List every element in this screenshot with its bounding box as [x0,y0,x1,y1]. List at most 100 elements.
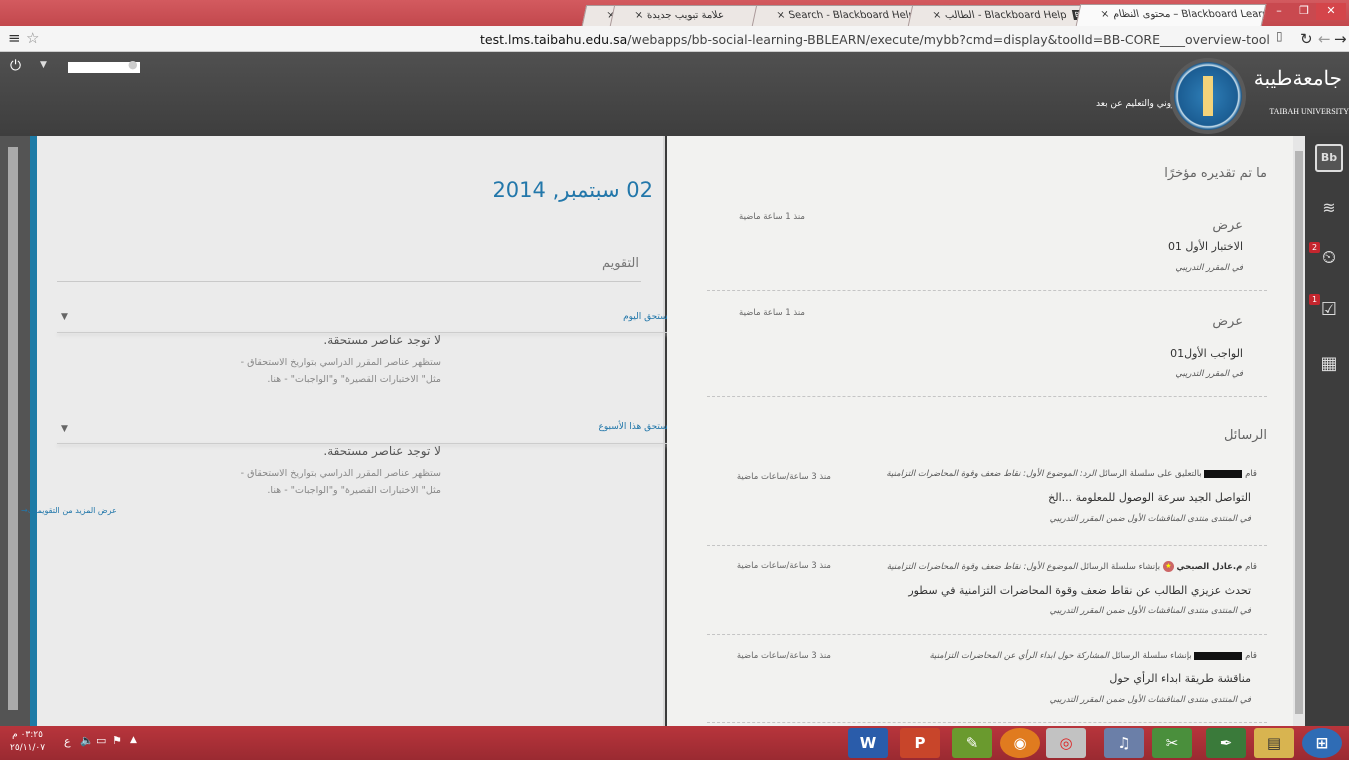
message-time: منذ 3 ساعة/ساعات ماضية [736,472,831,482]
view-link[interactable]: عرض [1212,218,1243,233]
browser-tab-new-tab[interactable]: × علامة تبويب جديدة [609,5,767,26]
tab-label: محتوى النظام – Blackboard Learn [1111,9,1267,20]
star-icon[interactable]: ☆ [26,29,39,47]
back-icon[interactable]: ← [1318,30,1331,48]
menu-icon[interactable]: ≡ [8,29,21,47]
current-date: 02 سبتمبر, 2014 [492,178,653,202]
due-week-link[interactable]: مستحق هذا الأسبوع [599,422,673,432]
chevron-down-icon[interactable]: ▼ [40,60,47,70]
chevron-down-icon[interactable]: ▼ [61,424,68,434]
page-header: ⏻ ▼ ● عمادة التعليم الإلكتروني والتعليم … [0,52,1349,136]
url-host: test.lms.taibahu.edu.sa [480,32,628,47]
thread-link[interactable]: الموضوع الأول: نقاط ضعف وقوة المحاضرات ا… [887,562,1078,572]
graded-item-time: منذ 1 ساعة ماضية [739,212,805,222]
tab-close-icon[interactable]: × [633,6,646,26]
calendar-pane: 02 سبتمبر, 2014 التقويم مستحق اليوم ▼ لا… [21,136,675,726]
flag-icon[interactable]: ⚑ [112,734,122,747]
browser-tab-search-help[interactable]: × Search - Blackboard Help Bb [751,5,923,26]
message-forum: في المنتدى منتدى المناقشات الأول ضمن الم… [1049,514,1251,524]
graded-item-name: الواجب الأول01 [1170,347,1243,360]
graded-item-time: منذ 1 ساعة ماضية [739,308,805,318]
chevron-down-icon[interactable]: ▼ [61,312,68,322]
volume-icon[interactable]: 🔈 [80,734,94,747]
alerts-badge: 2 [1309,242,1320,253]
url-field[interactable]: test.lms.taibahu.edu.sa/webapps/bb-socia… [480,32,1270,47]
tab-label: Search - Blackboard Help [787,10,916,21]
tab-close-icon[interactable]: × [1099,5,1112,25]
message-body: تحدث عزيزي الطالب عن نقاط ضعف وقوة المحا… [908,584,1251,597]
thread-link[interactable]: المشاركة حول ابداء الرأي عن المحاضرات ال… [929,651,1109,661]
author-name[interactable]: م.عادل الصبحي [1177,562,1243,572]
message-forum: في المنتدى منتدى المناقشات الأول ضمن الم… [1049,606,1251,616]
start-button-icon[interactable]: ⊞ [1302,728,1342,758]
user-icon: ● [128,58,138,71]
meta-post: بإنشاء سلسلة الرسائل [1080,562,1161,572]
tab-close-icon[interactable]: × [775,6,788,26]
clock-date: ٢٥/١١/٠٧ [10,743,46,753]
no-items-desc-1: ستظهر عناصر المقرر الدراسي بتواريخ الاست… [240,357,441,368]
star-badge-icon: ★ [1162,561,1174,572]
message-time: منذ 3 ساعة/ساعات ماضية [736,561,831,571]
tab-label: علامة تبويب جديدة [645,10,725,21]
university-logo [1170,58,1246,134]
message-body: التواصل الجيد سرعة الوصول للمعلومة ...ال… [1048,491,1251,504]
address-bar: ≡ ☆ test.lms.taibahu.edu.sa/webapps/bb-s… [0,26,1349,52]
power-icon[interactable]: ⏻ [10,58,21,74]
media-player-icon[interactable]: ♫ [1104,728,1144,758]
meta-post: بالتعليق على سلسلة الرسائل [1098,469,1202,479]
word-icon[interactable]: W [848,728,888,758]
no-items-desc-2: مثل" الاختبارات القصيرة" و"الواجبات" - ه… [267,374,441,385]
left-accent-strip [30,136,37,726]
redacted-name [1204,469,1243,478]
thread-link[interactable]: الرد: الموضوع الأول: نقاط ضعف وقوة المحا… [886,469,1096,479]
graded-item-course: في المقرر التدريبي [1175,263,1243,273]
minimize-icon[interactable]: – [1266,3,1292,20]
calendar-icon[interactable]: ▦ [1315,350,1343,378]
meta-post: بإنشاء سلسلة الرسائل [1111,651,1192,661]
updates-icon[interactable]: ≋ [1315,194,1343,222]
language-indicator[interactable]: ع [64,735,71,748]
right-scrollbar[interactable] [1293,136,1305,726]
left-scrollbar[interactable] [8,147,18,710]
view-link[interactable]: عرض [1212,314,1243,329]
no-items-title: لا توجد عناصر مستحقة. [323,333,441,347]
maximize-icon[interactable]: ❐ [1292,3,1316,20]
forward-icon[interactable]: → [1334,30,1347,48]
graded-item-course: في المقرر التدريبي [1175,369,1243,379]
due-today-link[interactable]: مستحق اليوم [623,312,673,322]
tools-icon[interactable]: ✂ [1152,728,1192,758]
reload-icon[interactable]: ↻ [1300,30,1313,48]
message-forum: في المنتدى منتدى المناقشات الأول ضمن الم… [1049,695,1251,705]
paint-icon[interactable]: ✎ [952,728,992,758]
chrome-icon[interactable]: ◎ [1046,728,1086,758]
powerpoint-icon[interactable]: P [900,728,940,758]
tray-arrow-icon[interactable]: ▲ [130,735,137,745]
message-time: منذ 3 ساعة/ساعات ماضية [736,651,831,661]
page-icon: ▯ [1276,29,1283,43]
tab-close-icon[interactable]: × [931,6,944,26]
message-meta: قام بالتعليق على سلسلة الرسائل الرد: الم… [886,469,1257,479]
url-path: /webapps/bb-social-learning-BBLEARN/exec… [627,32,1270,47]
windows-taskbar: ٠٣:٢٥ م ٢٥/١١/٠٧ ع 🔈 ▭ ⚑ ▲ W P ✎ ◉ ◎ ♫ ✂… [0,726,1349,760]
message-meta: قام م.عادل الصبحي ★ بإنشاء سلسلة الرسائل… [887,561,1257,572]
meta-pre: قام [1245,469,1257,479]
tab-label: الطالب - Blackboard Help [943,10,1068,21]
recently-graded-title: ما تم تقديره مؤخرًا [1164,166,1267,181]
redacted-name [1194,651,1243,660]
system-clock[interactable]: ٠٣:٢٥ م ٢٥/١١/٠٧ [10,729,45,755]
pen-app-icon[interactable]: ✒ [1206,728,1246,758]
activity-pane: ما تم تقديره مؤخرًا عرض الاختبار الأول 0… [667,136,1293,726]
browser-tab-blackboard-learn[interactable]: × محتوى النظام – Blackboard Learn Bb [1075,4,1267,26]
close-window-icon[interactable]: ✕ [1316,3,1346,20]
blackboard-home-icon[interactable]: Bb [1315,144,1343,172]
graded-item-name: الاختبار الأول 01 [1167,240,1243,253]
network-icon[interactable]: ▭ [96,734,106,747]
firefox-icon[interactable]: ◉ [1000,728,1040,758]
message-body: مناقشة طريقة ابداء الرأي حول [1109,672,1251,685]
meta-pre: قام [1245,651,1257,661]
browser-tab-student-help[interactable]: × الطالب - Blackboard Help Bb [907,5,1091,26]
tasks-badge: 1 [1309,294,1320,305]
more-calendars-link[interactable]: عرض المزيد من التقويمات→ [21,506,117,515]
right-nav-bar: Bb ≋ ⏲ 2 ☑ 1 ▦ [1305,136,1349,726]
file-explorer-icon[interactable]: ▤ [1254,728,1294,758]
